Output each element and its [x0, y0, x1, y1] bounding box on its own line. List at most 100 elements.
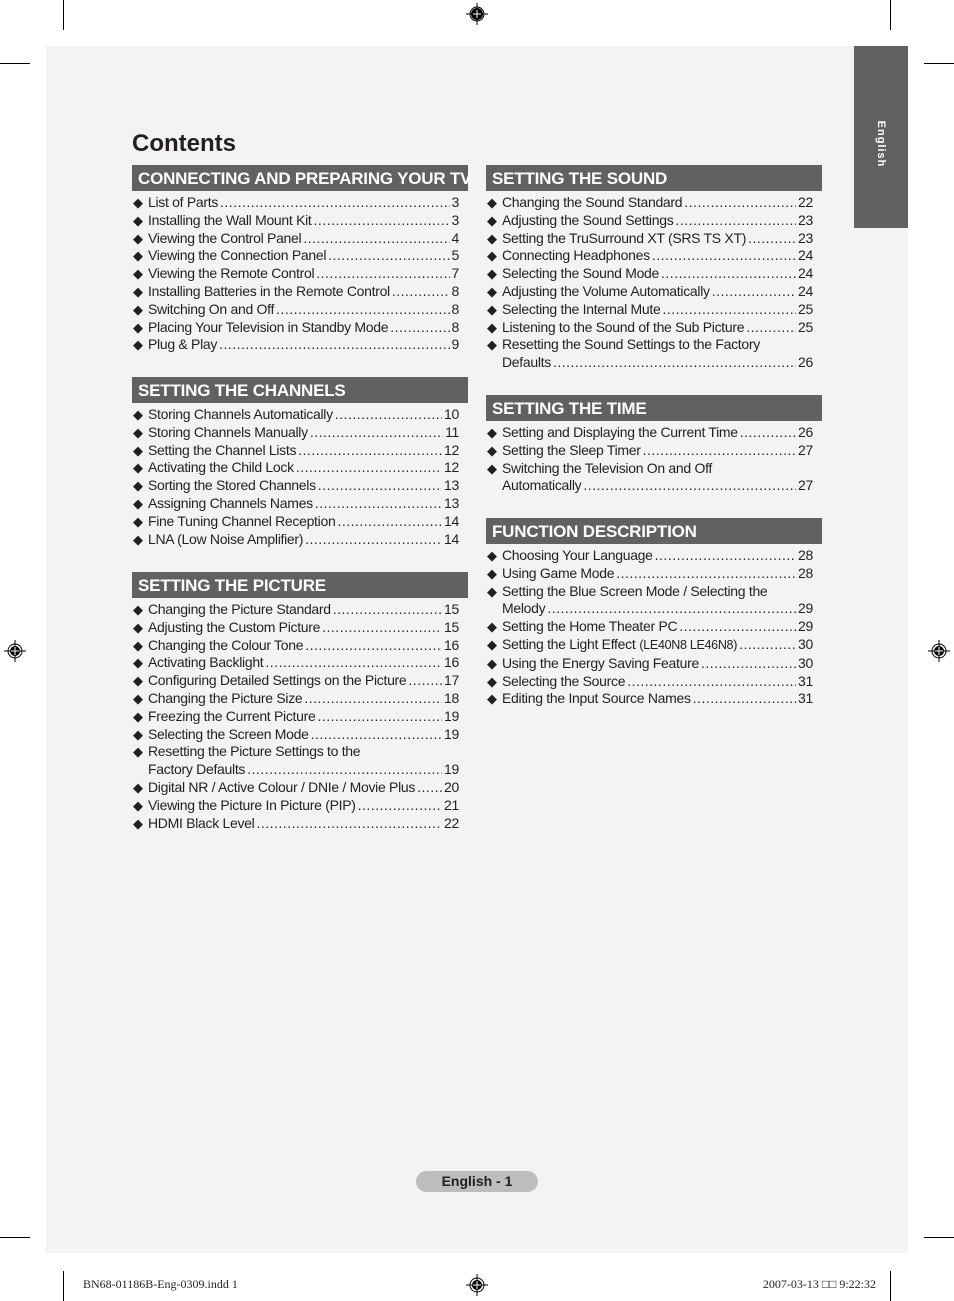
section-heading: SETTING THE CHANNELS: [132, 377, 468, 403]
toc-list: ◆ Changing the Sound Standard 22 ◆ Adjusting…: [486, 191, 822, 372]
toc-entry[interactable]: ◆ Setting the Home Theater PC 29: [486, 618, 822, 636]
toc-entry[interactable]: ◆ Selecting the Screen Mode 19: [132, 726, 468, 744]
language-tab-label: English: [875, 120, 887, 168]
toc-entry[interactable]: ◆ Plug & Play 9: [132, 336, 468, 354]
diamond-bullet-icon: ◆: [487, 691, 497, 707]
toc-entry[interactable]: ◆ LNA (Low Noise Amplifier) 14: [132, 531, 468, 549]
toc-entry[interactable]: ◆ Switching On and Off 8: [132, 301, 468, 319]
toc-entry[interactable]: ◆ Changing the Picture Size 18: [132, 690, 468, 708]
diamond-bullet-icon: ◆: [133, 495, 143, 511]
toc-entry[interactable]: ◆ Choosing Your Language 28: [486, 547, 822, 565]
toc-entry-title: Changing the Picture Size: [148, 689, 303, 706]
toc-entry[interactable]: ◆ Switching the Television On and Off Auto…: [486, 460, 822, 496]
toc-list: ◆ Storing Channels Automatically 10 ◆ Storin…: [132, 403, 468, 548]
toc-entry[interactable]: ◆ Placing Your Television in Standby Mode…: [132, 319, 468, 337]
toc-entry-page: 13: [444, 494, 459, 511]
toc-entry-page: 28: [798, 547, 813, 563]
toc-entry[interactable]: ◆ Adjusting the Volume Automatically 24: [486, 283, 822, 301]
toc-entry[interactable]: ◆ Changing the Colour Tone 16: [132, 637, 468, 655]
toc-entry-title: Adjusting the Volume Automatically: [502, 282, 710, 299]
diamond-bullet-icon: ◆: [133, 230, 143, 246]
toc-entry-title: Selecting the Source: [502, 672, 626, 689]
toc-entry-title: Freezing the Current Picture: [148, 707, 316, 724]
toc-entry[interactable]: ◆ Viewing the Picture In Picture (PIP) 21: [132, 797, 468, 815]
toc-entry[interactable]: ◆ Selecting the Internal Mute 25: [486, 301, 822, 319]
diamond-bullet-icon: ◆: [133, 513, 143, 529]
toc-entry-page: 17: [444, 672, 459, 689]
toc-entry[interactable]: ◆ Selecting the Source 31: [486, 673, 822, 691]
dot-leader: [305, 531, 442, 549]
toc-entry[interactable]: ◆ Using Game Mode 28: [486, 565, 822, 583]
toc-entry-page: 10: [444, 406, 459, 422]
toc-entry[interactable]: ◆ Freezing the Current Picture 19: [132, 708, 468, 726]
toc-section: SETTING THE TIME ◆ Setting and Displaying…: [486, 395, 822, 495]
toc-entry[interactable]: ◆ Editing the Input Source Names 31: [486, 690, 822, 708]
toc-entry-page: 29: [798, 618, 813, 635]
section-heading: CONNECTING AND PREPARING YOUR TV: [132, 165, 472, 191]
toc-entry[interactable]: ◆ HDMI Black Level 22: [132, 815, 468, 833]
diamond-bullet-icon: ◆: [133, 212, 143, 228]
toc-entry[interactable]: ◆ Adjusting the Custom Picture 15: [132, 619, 468, 637]
toc-entry[interactable]: ◆ Installing the Wall Mount Kit 3: [132, 212, 468, 230]
toc-entry[interactable]: ◆ Configuring Detailed Settings on the Pi…: [132, 672, 468, 690]
toc-entry-title: Installing the Wall Mount Kit: [148, 211, 312, 228]
diamond-bullet-icon: ◆: [133, 478, 143, 494]
diamond-bullet-icon: ◆: [133, 797, 143, 813]
toc-entry[interactable]: ◆ Viewing the Control Panel 4: [132, 230, 468, 248]
toc-entry[interactable]: ◆ Connecting Headphones 24: [486, 247, 822, 265]
toc-entry-title: Switching On and Off: [148, 300, 275, 317]
toc-entry[interactable]: ◆ Activating the Child Lock 12: [132, 459, 468, 477]
dot-leader: [701, 655, 796, 673]
toc-entry-page: 16: [444, 636, 459, 653]
toc-entry[interactable]: ◆ Setting the Channel Lists 12: [132, 442, 468, 460]
diamond-bullet-icon: ◆: [133, 337, 143, 353]
toc-entry[interactable]: ◆ Using the Energy Saving Feature 30: [486, 655, 822, 673]
diamond-bullet-icon: ◆: [133, 779, 143, 795]
diamond-bullet-icon: ◆: [487, 248, 497, 264]
diamond-bullet-icon: ◆: [133, 726, 143, 742]
toc-entry-title: Selecting the Internal Mute: [502, 300, 661, 317]
toc-entry[interactable]: ◆ Storing Channels Manually 11: [132, 424, 468, 442]
toc-entry[interactable]: ◆ Sorting the Stored Channels 13: [132, 477, 468, 495]
toc-entry[interactable]: ◆ Assigning Channels Names 13: [132, 495, 468, 513]
toc-entry[interactable]: ◆ Setting the Sleep Timer 27: [486, 442, 822, 460]
diamond-bullet-icon: ◆: [133, 301, 143, 317]
toc-entry[interactable]: ◆ Setting the TruSurround XT (SRS TS XT) 2…: [486, 230, 822, 248]
toc-entry-title: Configuring Detailed Settings on the Pic…: [148, 672, 407, 689]
toc-entry[interactable]: ◆ Changing the Picture Standard 15: [132, 601, 468, 619]
diamond-bullet-icon: ◆: [133, 319, 143, 335]
toc-entry-title: Using Game Mode: [502, 564, 615, 581]
toc-entry[interactable]: ◆ Setting the Light Effect (LE40N8 LE46N8)…: [486, 636, 822, 655]
toc-entry[interactable]: ◆ Resetting the Picture Settings to the Fa…: [132, 743, 468, 779]
toc-entry[interactable]: ◆ Setting the Blue Screen Mode / Selectin…: [486, 583, 822, 619]
toc-entry-title: Storing Channels Manually: [148, 423, 308, 440]
toc-entry[interactable]: ◆ Changing the Sound Standard 22: [486, 194, 822, 212]
diamond-bullet-icon: ◆: [487, 619, 497, 635]
toc-entry-page: 31: [798, 690, 813, 707]
toc-entry[interactable]: ◆ Activating Backlight 16: [132, 654, 468, 672]
toc-entry-page: 11: [445, 423, 459, 440]
toc-entry[interactable]: ◆ Viewing the Connection Panel 5: [132, 247, 468, 265]
toc-entry-page: 4: [451, 229, 460, 246]
toc-entry[interactable]: ◆ Setting and Displaying the Current Time…: [486, 424, 822, 442]
diamond-bullet-icon: ◆: [133, 815, 143, 831]
toc-entry[interactable]: ◆ Storing Channels Automatically 10: [132, 406, 468, 424]
diamond-bullet-icon: ◆: [487, 230, 497, 246]
toc-entry[interactable]: ◆ Resetting the Sound Settings to the Fac…: [486, 336, 822, 372]
toc-entry[interactable]: ◆ Selecting the Sound Mode 24: [486, 265, 822, 283]
toc-entry-title: Melody: [502, 600, 546, 617]
toc-entry-title: Activating the Child Lock: [148, 459, 294, 476]
toc-entry-page: 25: [798, 318, 813, 335]
toc-entry[interactable]: ◆ List of Parts 3: [132, 194, 468, 212]
toc-entry[interactable]: ◆ Listening to the Sound of the Sub Pictu…: [486, 319, 822, 337]
registration-mark-icon: [928, 640, 950, 662]
toc-entry-page: 30: [798, 654, 813, 671]
toc-entry[interactable]: ◆ Digital NR / Active Colour / DNIe / Mov…: [132, 779, 468, 797]
toc-entry[interactable]: ◆ Fine Tuning Channel Reception 14: [132, 513, 468, 531]
toc-entry[interactable]: ◆ Viewing the Remote Control 7: [132, 265, 468, 283]
toc-entry[interactable]: ◆ Installing Batteries in the Remote Cont…: [132, 283, 468, 301]
toc-entry-title: Selecting the Sound Mode: [502, 265, 660, 282]
toc-entry[interactable]: ◆ Adjusting the Sound Settings 23: [486, 212, 822, 230]
toc-entry-page: 19: [444, 725, 459, 742]
toc-list: ◆ Changing the Picture Standard 15 ◆ Adjusti…: [132, 598, 468, 832]
